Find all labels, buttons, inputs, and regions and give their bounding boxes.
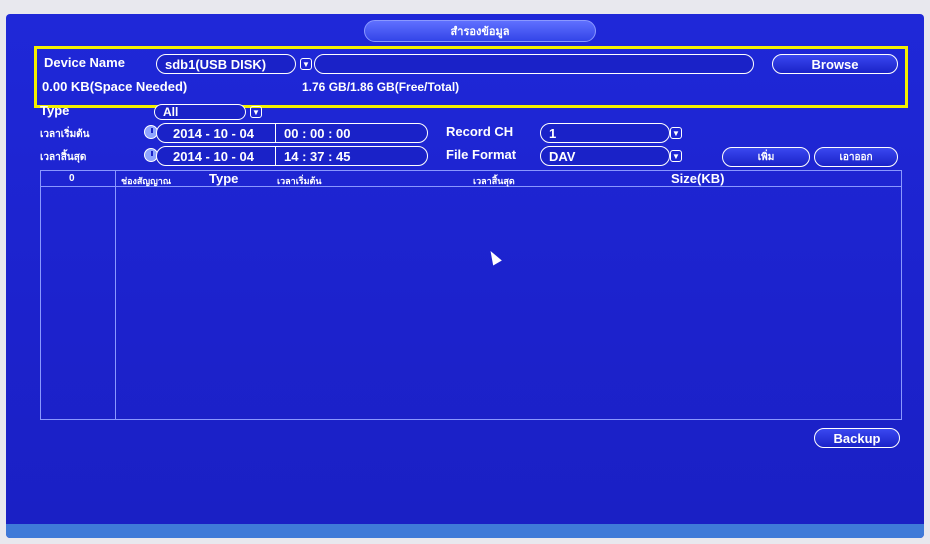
window-title-text: สำรองข้อมูล <box>450 26 510 38</box>
free-total-text: 1.76 GB/1.86 GB(Free/Total) <box>302 80 460 94</box>
backup-button[interactable]: Backup <box>814 428 900 448</box>
add-label: เพิ่ม <box>757 151 775 163</box>
type-dropdown-arrow-icon[interactable]: ▼ <box>250 106 262 118</box>
record-ch-dropdown-arrow-icon[interactable]: ▼ <box>670 127 682 139</box>
browse-button[interactable]: Browse <box>772 54 898 74</box>
start-time-label: เวลาเริ่มต้น <box>40 129 90 140</box>
remove-label: เอาออก <box>839 151 873 163</box>
type-select[interactable]: All <box>154 104 246 120</box>
col-type: Type <box>209 171 239 186</box>
device-select[interactable]: sdb1(USB DISK) <box>156 54 296 74</box>
add-button[interactable]: เพิ่ม <box>722 147 810 167</box>
start-datetime-field[interactable]: 2014 - 10 - 04 00 : 00 : 00 <box>156 123 428 143</box>
col-size: Size(KB) <box>671 171 725 186</box>
table-column-divider <box>115 171 116 419</box>
record-ch-label: Record CH <box>446 124 514 139</box>
file-format-label: File Format <box>446 147 517 162</box>
record-ch-select[interactable]: 1 <box>540 123 670 143</box>
start-date[interactable]: 2014 - 10 - 04 <box>173 124 254 142</box>
footer-band <box>6 524 924 538</box>
device-name-label: Device Name <box>44 55 125 70</box>
file-format-dropdown-arrow-icon[interactable]: ▼ <box>670 150 682 162</box>
col-end-time: เวลาสิ้นสุด <box>473 176 515 186</box>
end-time-label: เวลาสิ้นสุด <box>40 152 87 163</box>
backup-label: Backup <box>833 430 881 446</box>
device-select-value: sdb1(USB DISK) <box>165 56 267 72</box>
space-needed-text: 0.00 KB(Space Needed) <box>42 79 188 94</box>
file-list-table[interactable]: 0 ช่องสัญญาณ Type เวลาเริ่มต้น เวลาสิ้นส… <box>40 170 902 420</box>
table-header: 0 ช่องสัญญาณ Type เวลาเริ่มต้น เวลาสิ้นส… <box>41 171 901 187</box>
file-format-value: DAV <box>549 148 576 164</box>
col-channel: ช่องสัญญาณ <box>121 176 172 186</box>
remove-button[interactable]: เอาออก <box>814 147 898 167</box>
type-label: Type <box>40 103 70 118</box>
dropdown-arrow-icon[interactable]: ▼ <box>300 58 312 70</box>
col-start-time: เวลาเริ่มต้น <box>277 176 322 186</box>
type-select-value: All <box>163 105 179 119</box>
device-path-input[interactable] <box>314 54 754 74</box>
end-time[interactable]: 14 : 37 : 45 <box>275 147 351 165</box>
file-format-select[interactable]: DAV <box>540 146 670 166</box>
file-count: 0 <box>69 173 75 184</box>
browse-label: Browse <box>811 56 859 72</box>
end-date[interactable]: 2014 - 10 - 04 <box>173 147 254 165</box>
start-time[interactable]: 00 : 00 : 00 <box>275 124 351 142</box>
window-title: สำรองข้อมูล <box>364 20 596 42</box>
end-datetime-field[interactable]: 2014 - 10 - 04 14 : 37 : 45 <box>156 146 428 166</box>
record-ch-value: 1 <box>549 125 557 141</box>
backup-screen: สำรองข้อมูล Device Name sdb1(USB DISK) ▼… <box>6 14 924 538</box>
